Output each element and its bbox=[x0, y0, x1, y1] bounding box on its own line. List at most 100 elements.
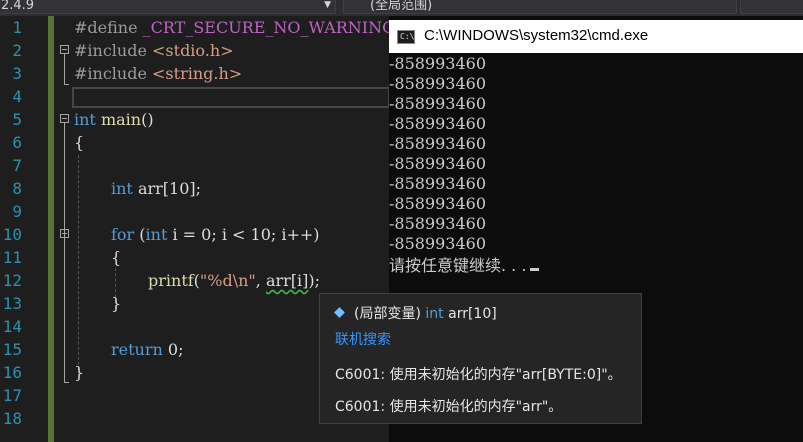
keyword: int bbox=[145, 225, 168, 244]
warning-message: C6001: 使用未初始化的内存"arr[BYTE:0]"。 bbox=[335, 367, 622, 383]
line-number: 13 bbox=[2, 294, 22, 313]
code-text: ( bbox=[134, 225, 146, 244]
line-number: 7 bbox=[12, 156, 22, 175]
global-scope-dropdown[interactable]: (全局范围) bbox=[343, 0, 737, 14]
console-output-line: -858993460 bbox=[389, 214, 487, 233]
online-search-link[interactable]: 联机搜索 bbox=[335, 329, 391, 349]
code-text: () bbox=[141, 110, 154, 129]
line-number: 1 bbox=[12, 18, 22, 37]
symbol-name: arr[10] bbox=[448, 306, 497, 322]
collapse-icon[interactable] bbox=[60, 114, 69, 123]
collapse-icon[interactable] bbox=[60, 45, 69, 54]
keyword: for bbox=[111, 225, 135, 244]
line-number-gutter: 1 2 3 4 5 6 7 8 9 10 11 12 13 14 15 16 1… bbox=[0, 16, 46, 442]
code-line[interactable]: { bbox=[74, 131, 84, 154]
variable-name: arr bbox=[137, 179, 163, 198]
code-line[interactable]: printf("%d\n", arr[i]); bbox=[148, 269, 320, 292]
collapse-icon[interactable] bbox=[60, 229, 69, 238]
header-name: <stdio.h> bbox=[152, 41, 234, 60]
line-number: 10 bbox=[2, 225, 22, 244]
quick-info-tooltip: (局部变量) int arr[10] 联机搜索 C6001: 使用未初始化的内存… bbox=[319, 293, 642, 424]
line-number: 5 bbox=[12, 110, 22, 129]
code-text: { bbox=[74, 133, 85, 152]
outline-line bbox=[64, 123, 65, 382]
code-line[interactable]: #include <string.h> bbox=[74, 62, 242, 85]
console-prompt: 请按任意键继续. . . bbox=[389, 256, 527, 275]
navigation-bar: 2.4.9 ▼ (全局范围) bbox=[0, 0, 803, 16]
code-line[interactable]: { bbox=[111, 246, 121, 269]
code-text: i = 0; i < 10; i++) bbox=[167, 225, 320, 244]
change-tracking-bar bbox=[48, 16, 54, 442]
line-number: 14 bbox=[2, 317, 22, 336]
string-literal: "%d\n" bbox=[199, 271, 256, 290]
line-number: 11 bbox=[2, 248, 22, 267]
code-text: [10]; bbox=[162, 179, 202, 198]
console-output-line: -858993460 bbox=[389, 74, 487, 93]
console-output-line: -858993460 bbox=[389, 94, 487, 113]
line-number: 2 bbox=[12, 41, 22, 60]
line-number: 17 bbox=[2, 386, 22, 405]
symbol-scope: (局部变量) bbox=[354, 306, 421, 322]
line-number: 4 bbox=[12, 87, 22, 106]
line-number: 18 bbox=[2, 409, 22, 428]
console-title-bar[interactable]: C:\ C:\WINDOWS\system32\cmd.exe bbox=[389, 20, 803, 53]
code-text: { bbox=[111, 248, 122, 267]
console-output-line: -858993460 bbox=[389, 134, 487, 153]
project-scope-dropdown[interactable]: 2.4.9 ▼ bbox=[0, 0, 336, 14]
function-name: main bbox=[100, 110, 142, 129]
chevron-down-icon: ▼ bbox=[324, 0, 331, 10]
line-number: 12 bbox=[2, 271, 22, 290]
code-text: ); bbox=[308, 271, 321, 290]
keyword: int bbox=[111, 179, 133, 198]
header-name: <string.h> bbox=[152, 64, 243, 83]
local-variable-icon bbox=[334, 307, 345, 318]
code-text: } bbox=[74, 363, 85, 382]
code-line[interactable]: return 0; bbox=[111, 338, 183, 361]
preprocessor-directive: #include bbox=[74, 64, 147, 83]
function-name: printf bbox=[148, 271, 194, 290]
console-output-line: -858993460 bbox=[389, 114, 487, 133]
preprocessor-directive: #include bbox=[74, 41, 147, 60]
line-number: 15 bbox=[2, 340, 22, 359]
symbol-type: int bbox=[425, 306, 444, 322]
preprocessor-directive: #define bbox=[74, 18, 138, 37]
project-scope-value: 2.4.9 bbox=[1, 0, 35, 13]
outline-line bbox=[64, 54, 65, 84]
line-number: 3 bbox=[12, 64, 22, 83]
keyword: int bbox=[74, 110, 96, 129]
line-number: 16 bbox=[2, 363, 22, 382]
line-number: 6 bbox=[12, 133, 22, 152]
symbol-signature: (局部变量) int arr[10] bbox=[334, 303, 497, 323]
console-title: C:\WINDOWS\system32\cmd.exe bbox=[424, 27, 649, 44]
code-text: } bbox=[111, 294, 122, 313]
console-output-line: -858993460 bbox=[389, 174, 487, 193]
console-output-line: -858993460 bbox=[389, 54, 487, 73]
console-output-line: -858993460 bbox=[389, 194, 487, 213]
console-prompt-line: 请按任意键继续. . . bbox=[389, 256, 540, 276]
console-output-line: -858993460 bbox=[389, 154, 487, 173]
code-line[interactable]: #include <stdio.h> bbox=[74, 39, 234, 62]
outline-line bbox=[64, 84, 69, 85]
code-line[interactable]: int arr[10]; bbox=[111, 177, 201, 200]
line-number: 8 bbox=[12, 179, 22, 198]
indent-guide bbox=[78, 155, 79, 375]
outline-line bbox=[64, 382, 69, 383]
warning-squiggle[interactable]: arr[i] bbox=[266, 271, 308, 290]
code-line[interactable]: #define _CRT_SECURE_NO_WARNINGS bbox=[74, 16, 406, 39]
current-line-highlight bbox=[72, 87, 390, 108]
code-text: , bbox=[255, 271, 266, 290]
code-line[interactable]: int main() bbox=[74, 108, 154, 131]
code-line[interactable]: for (int i = 0; i < 10; i++) bbox=[111, 223, 320, 246]
macro-name: _CRT_SECURE_NO_WARNINGS bbox=[142, 18, 406, 37]
code-text: 0; bbox=[162, 340, 184, 359]
global-scope-value: (全局范围) bbox=[370, 0, 433, 13]
keyword: return bbox=[111, 340, 163, 359]
code-line[interactable]: } bbox=[111, 292, 121, 315]
console-output-line: -858993460 bbox=[389, 234, 487, 253]
text-cursor bbox=[530, 268, 540, 271]
warning-message: C6001: 使用未初始化的内存"arr"。 bbox=[335, 399, 563, 415]
line-number: 9 bbox=[12, 202, 22, 221]
member-dropdown[interactable] bbox=[740, 0, 803, 14]
code-line[interactable]: } bbox=[74, 361, 84, 384]
cmd-icon: C:\ bbox=[397, 30, 415, 44]
